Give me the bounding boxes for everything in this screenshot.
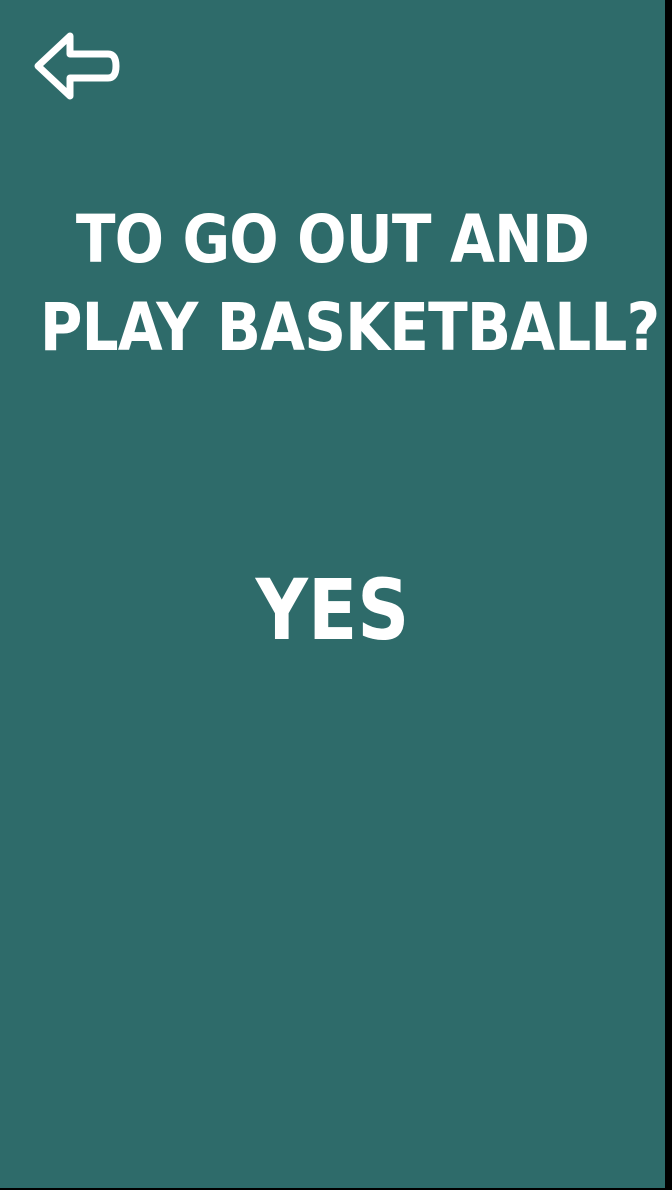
- question-line-2: PLAY BASKETBALL?: [39, 289, 660, 366]
- question-text: TO GO OUT AND PLAY BASKETBALL?: [39, 196, 660, 372]
- question-line-1: TO GO OUT AND: [75, 201, 590, 278]
- screen: TO GO OUT AND PLAY BASKETBALL? YES: [0, 0, 665, 1188]
- back-button[interactable]: [30, 28, 122, 104]
- arrow-left-icon: [34, 32, 120, 100]
- yes-answer[interactable]: YES: [47, 560, 619, 660]
